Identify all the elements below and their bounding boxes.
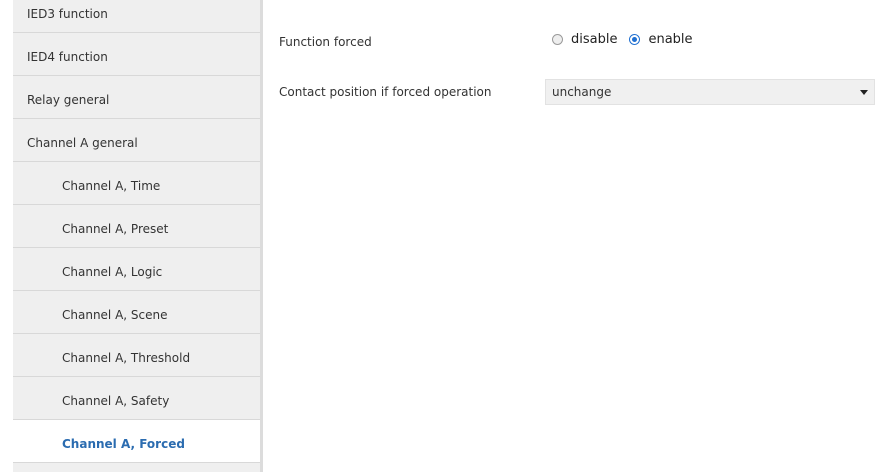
enable-radio[interactable]: enable <box>629 32 693 47</box>
sidebar-item-label: Channel A, Preset <box>62 222 169 236</box>
sidebar-item-label: Channel A, Time <box>62 179 161 193</box>
sidebar: IED3 function IED4 function Relay genera… <box>13 0 263 472</box>
parameter-panel: Function forced disable enable Contact p… <box>263 0 877 472</box>
sidebar-item-label: Relay general <box>27 93 110 107</box>
sidebar-item-channel-a-general[interactable]: Channel A general <box>13 119 260 162</box>
sidebar-item-ied3-function[interactable]: IED3 function <box>13 0 260 33</box>
sidebar-list: IED3 function IED4 function Relay genera… <box>13 0 260 463</box>
sidebar-item-label: Channel A, Threshold <box>62 351 191 365</box>
sidebar-item-channel-a-threshold[interactable]: Channel A, Threshold <box>13 334 260 377</box>
sidebar-item-channel-a-time[interactable]: Channel A, Time <box>13 162 260 205</box>
sidebar-item-label: Channel A, Safety <box>62 394 170 408</box>
contact-position-label: Contact position if forced operation <box>279 85 492 99</box>
sidebar-item-label: IED4 function <box>27 50 108 64</box>
sidebar-item-label: Channel A, Logic <box>62 265 163 279</box>
sidebar-item-label: IED3 function <box>27 7 108 21</box>
enable-radio-label: enable <box>648 32 693 47</box>
sidebar-item-label: Channel A, Scene <box>62 308 168 322</box>
function-forced-label: Function forced <box>279 35 372 49</box>
sidebar-item-channel-a-logic[interactable]: Channel A, Logic <box>13 248 260 291</box>
contact-position-select[interactable]: unchange <box>545 79 875 105</box>
sidebar-item-channel-a-scene[interactable]: Channel A, Scene <box>13 291 260 334</box>
sidebar-item-channel-a-preset[interactable]: Channel A, Preset <box>13 205 260 248</box>
sidebar-item-label: Channel A, Forced <box>62 437 185 451</box>
sidebar-item-channel-a-forced[interactable]: Channel A, Forced <box>13 420 260 463</box>
sidebar-item-channel-a-safety[interactable]: Channel A, Safety <box>13 377 260 420</box>
sidebar-item-relay-general[interactable]: Relay general <box>13 76 260 119</box>
contact-position-value: unchange <box>552 85 612 99</box>
radio-checked-icon <box>629 34 641 45</box>
disable-radio[interactable]: disable <box>552 32 617 47</box>
sidebar-item-label: Channel A general <box>27 136 138 150</box>
disable-radio-label: disable <box>571 32 618 47</box>
chevron-down-icon <box>860 90 868 95</box>
parameter-window: IED3 function IED4 function Relay genera… <box>0 0 877 472</box>
sidebar-item-ied4-function[interactable]: IED4 function <box>13 33 260 76</box>
function-forced-radio-group: disable enable <box>552 32 705 47</box>
radio-unchecked-icon <box>552 34 563 45</box>
